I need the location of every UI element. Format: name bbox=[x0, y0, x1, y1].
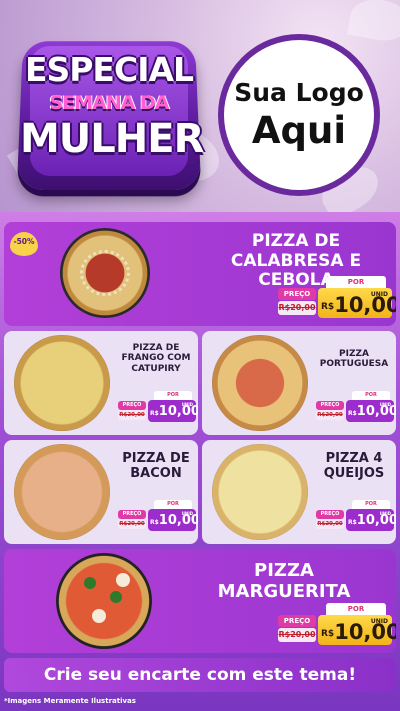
unit-label: UNID bbox=[370, 291, 388, 298]
new-price: R$ 10,00 UNID bbox=[318, 288, 396, 318]
pizza-marguerita-image bbox=[56, 553, 152, 649]
price-label: PREÇO bbox=[118, 510, 146, 519]
old-price: R$20,00 bbox=[316, 519, 344, 529]
unit-label: UNID bbox=[379, 402, 391, 407]
old-price: R$20,00 bbox=[316, 410, 344, 420]
product-card-4-queijos[interactable]: PIZZA 4 QUEIJOS PREÇO R$20,00 POR R$ 10,… bbox=[202, 440, 396, 544]
price-tag: PREÇO R$20,00 POR R$ 10,00 UNID bbox=[278, 276, 396, 320]
price-label: PREÇO bbox=[118, 401, 146, 410]
old-price: R$20,00 bbox=[278, 628, 316, 642]
new-price: R$ 10,00 UNID bbox=[148, 400, 198, 422]
flower-petal-decoration bbox=[346, 0, 400, 45]
product-name: PIZZA 4 QUEIJOS bbox=[323, 451, 385, 481]
old-price: R$20,00 bbox=[278, 301, 316, 315]
por-label: POR bbox=[326, 276, 386, 288]
product-card-portuguesa[interactable]: PIZZA PORTUGUESA PREÇO R$20,00 POR R$ 10… bbox=[202, 331, 396, 435]
product-card-bacon[interactable]: PIZZA DE BACON PREÇO R$20,00 POR R$ 10,0… bbox=[4, 440, 198, 544]
new-price: R$ 10,00 UNID bbox=[148, 509, 198, 531]
unit-label: UNID bbox=[181, 511, 193, 516]
currency: R$ bbox=[150, 410, 159, 417]
footnote: *Imagens Meramente Ilustrativas bbox=[4, 697, 136, 705]
product-card-frango[interactable]: PIZZA DE FRANGO COM CATUPIRY PREÇO R$20,… bbox=[4, 331, 198, 435]
currency: R$ bbox=[348, 519, 357, 526]
logo-placeholder[interactable]: Sua Logo Aqui bbox=[218, 34, 380, 196]
badge-title-line2: SEMANA DA bbox=[49, 92, 170, 114]
por-label: POR bbox=[154, 391, 192, 400]
price-tag: PREÇO R$20,00 POR R$ 10,00 UNID bbox=[118, 500, 198, 534]
por-label: POR bbox=[326, 603, 386, 615]
product-name: PIZZA DE FRANGO COM CATUPIRY bbox=[121, 343, 191, 374]
unit-label: UNID bbox=[370, 618, 388, 625]
price-tag: PREÇO R$20,00 POR R$ 10,00 UNID bbox=[316, 500, 396, 534]
pizza-frango-image bbox=[14, 335, 110, 431]
cta-banner[interactable]: Crie seu encarte com este tema! bbox=[4, 658, 396, 692]
product-name: PIZZA DE BACON bbox=[122, 451, 190, 481]
pizza-4-queijos-image bbox=[212, 444, 308, 540]
special-badge: ESPECIAL SEMANA DA MULHER bbox=[16, 30, 204, 190]
badge-title-line3: MULHER bbox=[20, 116, 204, 162]
product-card-calabresa[interactable]: PIZZA DE CALABRESA E CEBOLA PREÇO R$20,0… bbox=[4, 222, 396, 326]
old-price: R$20,00 bbox=[118, 410, 146, 420]
discount-badge: -50% bbox=[10, 232, 38, 256]
new-price: R$ 10,00 UNID bbox=[318, 615, 396, 645]
por-label: POR bbox=[154, 500, 192, 509]
por-label: POR bbox=[352, 391, 390, 400]
currency: R$ bbox=[150, 519, 159, 526]
price-label: PREÇO bbox=[316, 510, 344, 519]
currency: R$ bbox=[321, 629, 335, 639]
product-name: PIZZA MARGUERITA bbox=[217, 560, 351, 602]
price-label: PREÇO bbox=[278, 615, 316, 627]
currency: R$ bbox=[321, 302, 335, 312]
pizza-portuguesa-image bbox=[212, 335, 308, 431]
price-tag: PREÇO R$20,00 POR R$ 10,00 UNID bbox=[316, 391, 396, 425]
old-price: R$20,00 bbox=[118, 519, 146, 529]
price-label: PREÇO bbox=[278, 288, 316, 300]
price-tag: PREÇO R$20,00 POR R$ 10,00 UNID bbox=[118, 391, 198, 425]
unit-label: UNID bbox=[181, 402, 193, 407]
hero-banner: ESPECIAL SEMANA DA MULHER Sua Logo Aqui bbox=[0, 0, 400, 212]
new-price: R$ 10,00 UNID bbox=[346, 509, 396, 531]
new-price: R$ 10,00 UNID bbox=[346, 400, 396, 422]
product-card-marguerita[interactable]: PIZZA MARGUERITA PREÇO R$20,00 POR R$ 10… bbox=[4, 549, 396, 653]
logo-text-line2: Aqui bbox=[251, 109, 347, 152]
por-label: POR bbox=[352, 500, 390, 509]
product-name: PIZZA PORTUGUESA bbox=[319, 349, 389, 370]
price-tag: PREÇO R$20,00 POR R$ 10,00 UNID bbox=[278, 603, 396, 647]
pizza-calabresa-image bbox=[60, 228, 150, 318]
unit-label: UNID bbox=[379, 511, 391, 516]
badge-title-line1: ESPECIAL bbox=[24, 50, 194, 89]
currency: R$ bbox=[348, 410, 357, 417]
logo-text-line1: Sua Logo bbox=[234, 78, 364, 107]
pizza-bacon-image bbox=[14, 444, 110, 540]
price-label: PREÇO bbox=[316, 401, 344, 410]
